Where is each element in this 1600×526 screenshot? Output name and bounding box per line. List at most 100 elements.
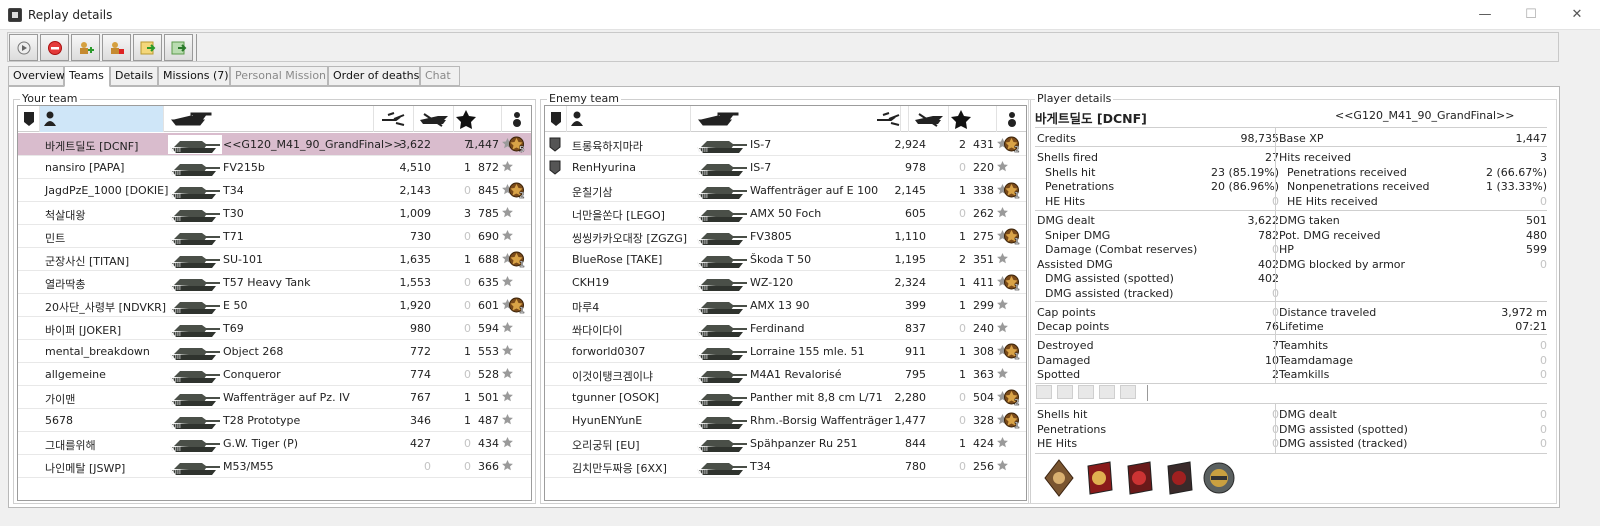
tab-missions[interactable]: Missions (7) xyxy=(158,66,230,86)
divider xyxy=(1035,146,1547,147)
player-name: 바게트딜도 [DCNF] xyxy=(1035,111,1147,126)
stat-label: HE Hits xyxy=(1037,437,1078,450)
stop-button[interactable] xyxy=(40,34,69,61)
stat-label: Sniper DMG xyxy=(1045,229,1111,242)
play-icon xyxy=(17,41,31,55)
stat-label: Hits received xyxy=(1279,151,1352,164)
stat-value: 23 (85.19%) xyxy=(1210,166,1279,179)
tab-personal-mission[interactable]: Personal Mission xyxy=(230,66,328,86)
filter-icon[interactable] xyxy=(1078,385,1094,399)
stat-label: Distance traveled xyxy=(1279,306,1377,319)
app-icon xyxy=(8,8,22,22)
stat-label: Penetrations xyxy=(1045,180,1115,193)
player-stats-icon xyxy=(111,42,124,54)
stat-value: 480 xyxy=(1526,229,1547,242)
maximize-button[interactable]: ☐ xyxy=(1508,0,1554,30)
stat-label: Penetrations received xyxy=(1287,166,1407,179)
close-button[interactable]: ✕ xyxy=(1554,0,1600,30)
stat-label: DMG blocked by armor xyxy=(1279,258,1406,271)
stat-label: Cap points xyxy=(1037,306,1096,319)
toolbar-separator xyxy=(196,34,197,61)
divider xyxy=(1035,210,1547,211)
minimize-button[interactable]: — xyxy=(1462,0,1508,30)
award-red-tank-icon[interactable] xyxy=(1122,458,1156,498)
stop-icon xyxy=(48,41,62,55)
stat-value: 27 xyxy=(1265,151,1279,164)
filter-icon[interactable] xyxy=(1036,385,1052,399)
stat-label: Credits xyxy=(1037,132,1076,145)
player-stats-button[interactable] xyxy=(102,34,131,61)
stat-label: Teamdamage xyxy=(1279,354,1354,367)
stat-label: Spotted xyxy=(1037,368,1081,381)
divider xyxy=(1035,403,1547,404)
stat-label: Decap points xyxy=(1037,320,1110,333)
divider xyxy=(1275,127,1276,383)
stat-label: Shells fired xyxy=(1037,151,1099,164)
stat-value: 2 (66.67%) xyxy=(1485,166,1547,179)
play-button[interactable] xyxy=(9,34,38,61)
stat-value: 0 xyxy=(1540,368,1547,381)
export-button[interactable] xyxy=(133,34,162,61)
award-red-icon[interactable] xyxy=(1082,458,1116,498)
divider xyxy=(1275,403,1276,453)
add-player-button[interactable] xyxy=(71,34,100,61)
content-panel: Your team 바게트딜도 [DCNF] VIII <<G120_M41_90_… xyxy=(8,86,1560,508)
stat-label: Shells hit xyxy=(1037,408,1088,421)
window-title: Replay details xyxy=(28,8,113,22)
stat-value: 0 xyxy=(1540,423,1547,436)
stat-label: HP xyxy=(1279,243,1294,256)
stat-value: 76 xyxy=(1265,320,1279,333)
stat-value: 98,735 xyxy=(1240,132,1280,145)
award-dark-icon[interactable] xyxy=(1162,458,1196,498)
stat-value: 0 xyxy=(1540,408,1547,421)
stat-label: DMG assisted (tracked) xyxy=(1045,287,1174,300)
filter-icon[interactable] xyxy=(1120,385,1136,399)
player-details-panel: 바게트딜도 [DCNF] <<G120_M41_90_GrandFinal>> … xyxy=(9,87,1561,509)
stat-value: 0 xyxy=(1540,437,1547,450)
stat-label: Destroyed xyxy=(1037,339,1094,352)
filter-icon[interactable] xyxy=(1057,385,1073,399)
export-all-button[interactable] xyxy=(164,34,193,61)
stat-value: 0 xyxy=(1540,195,1547,208)
add-player-icon xyxy=(80,42,94,54)
stat-label: Nonpenetrations received xyxy=(1287,180,1430,193)
stat-label: HE Hits received xyxy=(1287,195,1378,208)
stat-label: Lifetime xyxy=(1279,320,1324,333)
stat-value: 1,447 xyxy=(1515,132,1548,145)
export-icon xyxy=(140,41,156,55)
tab-order-of-deaths[interactable]: Order of deaths xyxy=(328,66,420,86)
stat-label: DMG assisted (tracked) xyxy=(1279,437,1408,450)
divider xyxy=(1035,127,1547,128)
divider xyxy=(1035,301,1547,302)
stat-value: 0 xyxy=(1540,354,1547,367)
stat-value: 3,972 m xyxy=(1501,306,1547,319)
divider xyxy=(1035,334,1547,335)
stat-label: Pot. DMG received xyxy=(1279,229,1381,242)
tab-chat[interactable]: Chat xyxy=(420,66,460,86)
stat-value: 3 xyxy=(1540,151,1547,164)
stat-label: Damaged xyxy=(1037,354,1091,367)
stat-value: 0 xyxy=(1540,339,1547,352)
export-all-icon xyxy=(171,41,187,55)
stat-value: 501 xyxy=(1526,214,1547,227)
stat-label: Penetrations xyxy=(1037,423,1107,436)
award-bronze-icon[interactable] xyxy=(1042,458,1076,498)
title-bar: Replay details — ☐ ✕ xyxy=(0,0,1600,30)
stat-label: DMG taken xyxy=(1279,214,1340,227)
stat-label: HE Hits xyxy=(1045,195,1086,208)
player-vehicle: <<G120_M41_90_GrandFinal>> xyxy=(1335,109,1515,122)
stat-value: 07:21 xyxy=(1515,320,1547,333)
divider xyxy=(1147,385,1148,401)
award-gold-icon[interactable] xyxy=(1202,458,1236,498)
divider xyxy=(1035,453,1547,454)
toolbar xyxy=(7,32,1559,62)
stat-value: 0 xyxy=(1540,258,1547,271)
tab-details[interactable]: Details xyxy=(110,66,158,86)
tab-overview[interactable]: Overview xyxy=(8,66,65,86)
tab-teams[interactable]: Teams xyxy=(64,66,110,87)
divider xyxy=(1035,383,1547,384)
stat-value: 1 (33.33%) xyxy=(1485,180,1547,193)
stat-label: DMG assisted (spotted) xyxy=(1045,272,1174,285)
filter-icon[interactable] xyxy=(1099,385,1115,399)
stat-label: DMG dealt xyxy=(1037,214,1095,227)
